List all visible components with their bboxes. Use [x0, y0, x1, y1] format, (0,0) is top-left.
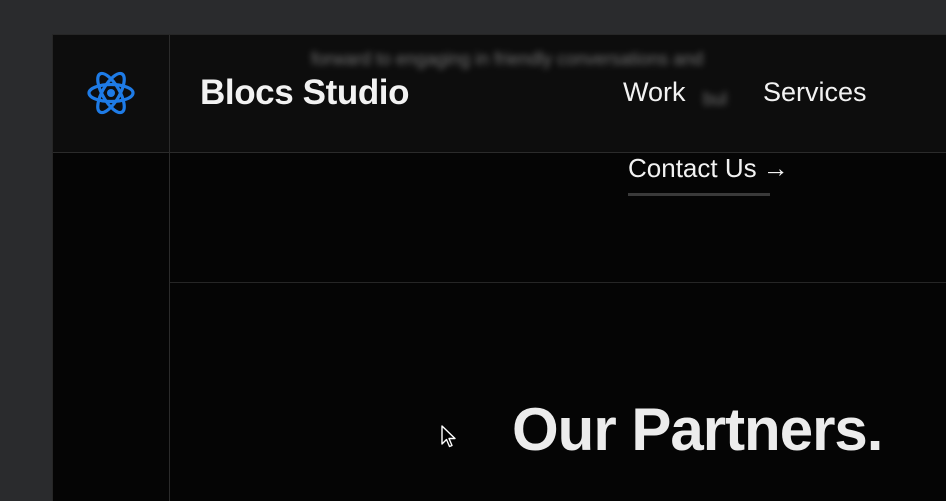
brand-name[interactable]: Blocs Studio	[200, 73, 410, 113]
blurred-background-text: forward to engaging in friendly conversa…	[311, 49, 704, 69]
blurred-background-text-2: bul	[703, 89, 728, 109]
section-heading: Our Partners.	[512, 396, 883, 463]
contact-us-label: Contact Us	[628, 153, 757, 183]
grid-divider-horizontal	[170, 282, 946, 283]
contact-us-link[interactable]: Contact Us →	[628, 153, 789, 184]
atom-icon[interactable]	[86, 67, 136, 119]
grid-divider-vertical	[169, 35, 170, 501]
nav-item-work[interactable]: Work	[623, 77, 686, 108]
nav-item-services[interactable]: Services	[763, 77, 867, 108]
website-canvas: forward to engaging in friendly conversa…	[52, 34, 946, 501]
contact-underline	[628, 193, 770, 196]
screen: forward to engaging in friendly conversa…	[0, 0, 946, 501]
mouse-pointer-icon	[441, 425, 457, 449]
arrow-right-icon: →	[762, 153, 789, 183]
